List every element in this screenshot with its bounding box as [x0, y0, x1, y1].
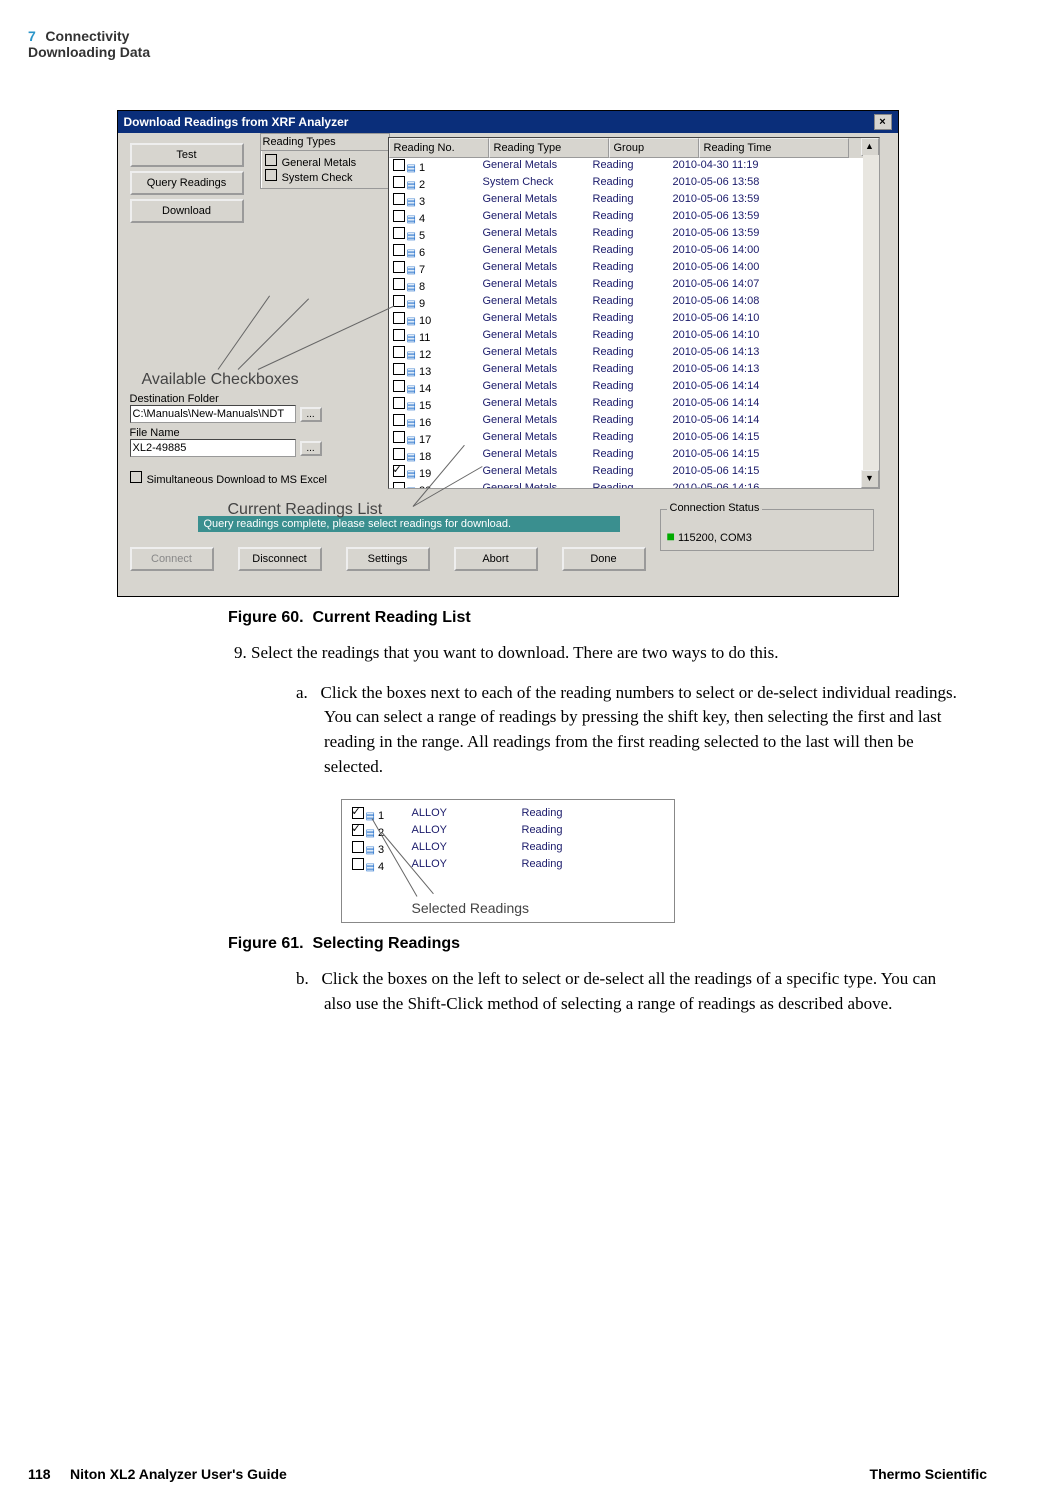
scrollbar[interactable]	[863, 155, 879, 471]
file-name-input[interactable]: XL2-49885	[130, 439, 296, 457]
annotation-selected-readings: Selected Readings	[412, 900, 530, 916]
table-row[interactable]: ▤8General MetalsReading2010-05-06 14:07	[389, 277, 879, 294]
table-row[interactable]: ▤13General MetalsReading2010-05-06 14:13	[389, 362, 879, 379]
connect-button[interactable]: Connect	[130, 547, 214, 571]
table-row[interactable]: ▤18General MetalsReading2010-05-06 14:15	[389, 447, 879, 464]
figure-61-caption: Figure 61. Selecting Readings	[228, 935, 987, 953]
table-row[interactable]: ▤9General MetalsReading2010-05-06 14:08	[389, 294, 879, 311]
table-row[interactable]: ▤15General MetalsReading2010-05-06 14:14	[389, 396, 879, 413]
table-row[interactable]: ▤12General MetalsReading2010-05-06 14:13	[389, 345, 879, 362]
table-row[interactable]: ▤20General MetalsReading2010-05-06 14:16	[389, 481, 879, 489]
dialog-title: Download Readings from XRF Analyzer	[124, 115, 349, 129]
dialog-bottom-buttons: Connect Disconnect Settings Abort Done	[130, 543, 646, 575]
done-button[interactable]: Done	[562, 547, 646, 571]
table-row[interactable]: ▤11General MetalsReading2010-05-06 14:10	[389, 328, 879, 345]
connection-value: 115200, COM3	[678, 532, 752, 544]
step-9b: b. Click the boxes on the left to select…	[296, 967, 957, 1016]
reading-type-checkbox[interactable]: General Metals	[265, 154, 385, 169]
dest-folder-label: Destination Folder	[130, 393, 370, 405]
download-button[interactable]: Download	[130, 199, 244, 223]
col-reading-time[interactable]: Reading Time	[699, 138, 849, 158]
table-row[interactable]: ▤16General MetalsReading2010-05-06 14:14	[389, 413, 879, 430]
table-row[interactable]: ▤10General MetalsReading2010-05-06 14:10	[389, 311, 879, 328]
disconnect-button[interactable]: Disconnect	[238, 547, 322, 571]
query-readings-button[interactable]: Query Readings	[130, 171, 244, 195]
table-row[interactable]: ▤17General MetalsReading2010-05-06 14:15	[389, 430, 879, 447]
page-number: 118	[28, 1466, 51, 1482]
file-name-label: File Name	[130, 427, 370, 439]
page-footer: 118 Niton XL2 Analyzer User's Guide Ther…	[28, 1466, 987, 1482]
reading-types-label: Reading Types	[261, 134, 389, 151]
table-row[interactable]: ▤1General MetalsReading2010-04-30 11:19	[389, 158, 879, 175]
annotation-current-readings: Current Readings List	[228, 501, 383, 519]
scroll-down-icon[interactable]: ▼	[861, 470, 879, 488]
col-group[interactable]: Group	[609, 138, 699, 158]
section-title: Downloading Data	[28, 44, 150, 60]
table-row[interactable]: ▤6General MetalsReading2010-05-06 14:00	[389, 243, 879, 260]
browse-file-button[interactable]: ...	[300, 441, 322, 456]
reading-type-checkbox[interactable]: System Check	[265, 169, 385, 184]
table-row[interactable]: ▤2System CheckReading2010-05-06 13:58	[389, 175, 879, 192]
table-row[interactable]: ▤14General MetalsReading2010-05-06 14:14	[389, 379, 879, 396]
abort-button[interactable]: Abort	[454, 547, 538, 571]
chapter-title: Connectivity	[45, 28, 129, 44]
table-row[interactable]: ▤7General MetalsReading2010-05-06 14:00	[389, 260, 879, 277]
download-dialog: Download Readings from XRF Analyzer × Te…	[117, 110, 899, 597]
connection-status-label: Connection Status	[667, 502, 763, 514]
page-header: 7 Connectivity Downloading Data	[28, 28, 987, 60]
company-name: Thermo Scientific	[870, 1466, 987, 1482]
annotation-available-checkboxes: Available Checkboxes	[142, 371, 299, 389]
dest-folder-input[interactable]: C:\Manuals\New-Manuals\NDT	[130, 405, 296, 423]
figure-61-image: ▤1ALLOYReading▤2ALLOYReading▤3ALLOYReadi…	[341, 799, 675, 923]
figure-60-caption: Figure 60. Current Reading List	[228, 609, 987, 627]
settings-button[interactable]: Settings	[346, 547, 430, 571]
test-button[interactable]: Test	[130, 143, 244, 167]
col-reading-no[interactable]: Reading No.	[389, 138, 489, 158]
browse-folder-button[interactable]: ...	[300, 407, 322, 422]
close-icon[interactable]: ×	[874, 114, 892, 130]
step-9: 9. Select the readings that you want to …	[258, 641, 957, 666]
reading-types-group: Reading Types General Metals System Chec…	[260, 133, 390, 189]
table-row[interactable]: ▤4General MetalsReading2010-05-06 13:59	[389, 209, 879, 226]
table-header: Reading No. Reading Type Group Reading T…	[389, 138, 879, 158]
connection-status-group: Connection Status ■ 115200, COM3	[660, 509, 874, 551]
step-9a: a. Click the boxes next to each of the r…	[296, 681, 957, 780]
dialog-titlebar: Download Readings from XRF Analyzer ×	[118, 111, 898, 133]
table-row[interactable]: ▤2ALLOYReading	[348, 823, 668, 840]
scroll-up-icon[interactable]: ▲	[861, 138, 879, 156]
doc-title: Niton XL2 Analyzer User's Guide	[70, 1466, 287, 1482]
table-row[interactable]: ▤5General MetalsReading2010-05-06 13:59	[389, 226, 879, 243]
table-row[interactable]: ▤1ALLOYReading	[348, 806, 668, 823]
col-reading-type[interactable]: Reading Type	[489, 138, 609, 158]
chapter-num: 7	[28, 28, 36, 44]
table-row[interactable]: ▤3General MetalsReading2010-05-06 13:59	[389, 192, 879, 209]
excel-checkbox-row[interactable]: Simultaneous Download to MS Excel	[130, 471, 370, 486]
readings-table: Reading No. Reading Type Group Reading T…	[388, 137, 880, 489]
